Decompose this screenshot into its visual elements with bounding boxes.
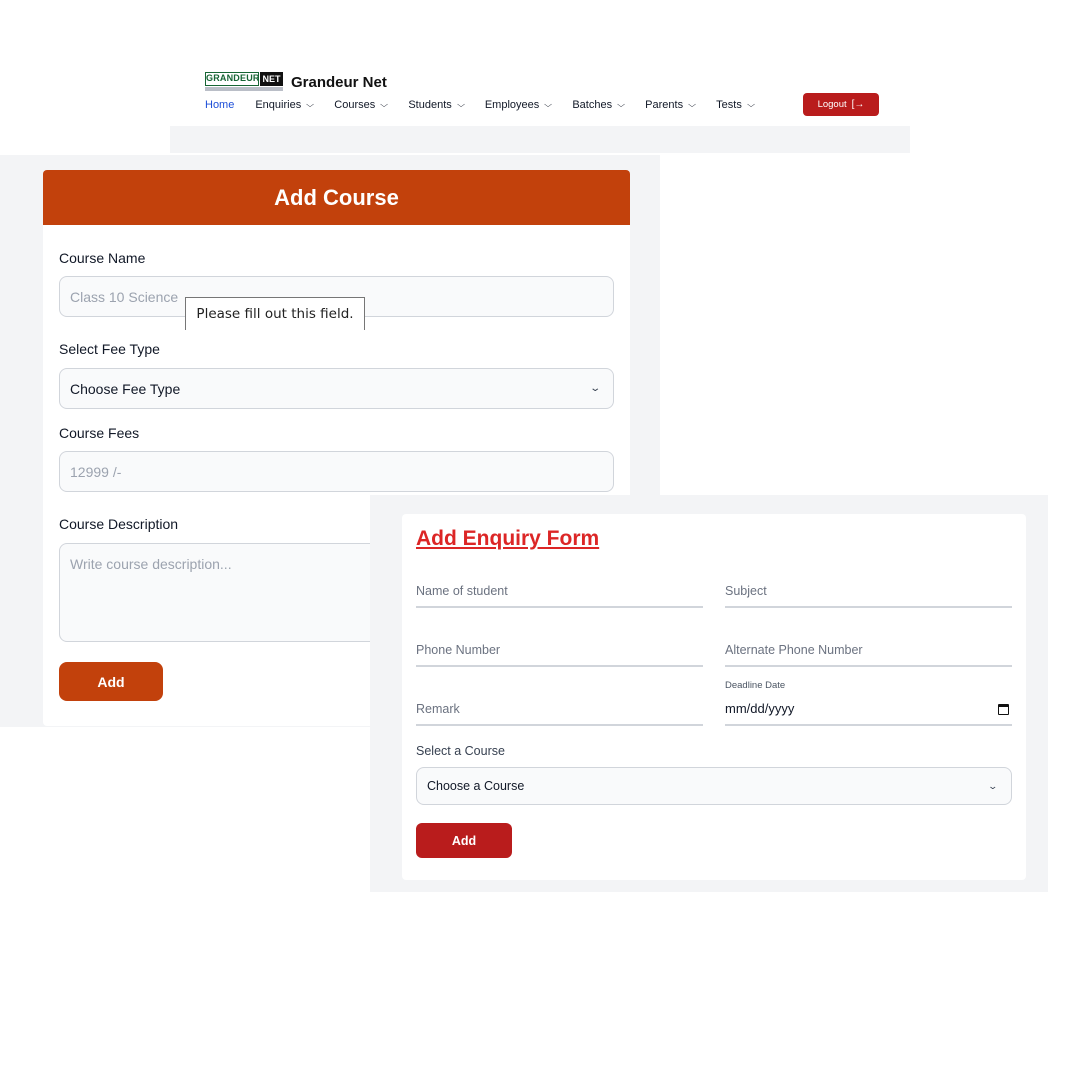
nav-employees[interactable]: Employees ⌵ (485, 99, 552, 111)
phone-number-input[interactable]: Phone Number (416, 631, 703, 667)
add-enquiry-panel: Add Enquiry Form Name of student Subject… (370, 495, 1048, 892)
phone-number-placeholder: Phone Number (416, 643, 501, 657)
remark-input[interactable]: Remark (416, 690, 703, 726)
nav-home[interactable]: Home (205, 99, 234, 111)
fee-type-label: Select Fee Type (59, 341, 160, 357)
chevron-down-icon: ⌵ (380, 100, 389, 109)
nav-tests-label: Tests (716, 99, 742, 111)
student-name-placeholder: Name of student (416, 584, 508, 598)
nav-parents[interactable]: Parents ⌵ (645, 99, 697, 111)
deadline-date-label: Deadline Date (725, 680, 786, 691)
course-select-value: Choose a Course (427, 779, 525, 793)
course-name-label: Course Name (59, 250, 146, 266)
remark-placeholder: Remark (416, 702, 460, 716)
student-name-input[interactable]: Name of student (416, 572, 703, 608)
nav-enquiries-label: Enquiries (255, 99, 302, 111)
chevron-down-icon: ⌵ (746, 100, 755, 109)
logo-right-text: NET (260, 72, 283, 86)
nav-employees-label: Employees (484, 99, 540, 111)
chevron-down-icon: ⌵ (456, 100, 465, 109)
nav-enquiries[interactable]: Enquiries ⌵ (255, 99, 315, 111)
navbar-bottom-strip (170, 126, 910, 153)
calendar-icon[interactable] (998, 704, 1009, 715)
logout-icon: [→ (851, 99, 865, 110)
fee-type-value: Choose Fee Type (70, 380, 181, 397)
brand[interactable]: GRANDEUR NET Grandeur Net (205, 72, 387, 92)
grandeur-net-logo: GRANDEUR NET (205, 72, 283, 92)
chevron-down-icon: ⌵ (544, 100, 553, 109)
subject-input[interactable]: Subject (725, 572, 1012, 608)
chevron-down-icon: ⌵ (617, 100, 626, 109)
course-fees-input[interactable]: 12999 /- (59, 451, 614, 492)
nav-courses-label: Courses (334, 99, 376, 111)
course-fees-label: Course Fees (59, 425, 140, 441)
add-course-title: Add Course (43, 170, 630, 225)
deadline-date-value: mm/dd/yyyy (725, 701, 795, 716)
logout-label: Logout (817, 99, 847, 110)
chevron-down-icon: ⌵ (688, 100, 697, 109)
course-name-placeholder: Class 10 Science (70, 288, 179, 305)
add-enquiry-card: Add Enquiry Form Name of student Subject… (402, 514, 1026, 880)
course-select[interactable]: Choose a Course ⌄ (416, 767, 1012, 805)
alternate-phone-placeholder: Alternate Phone Number (725, 643, 863, 657)
nav-batches-label: Batches (572, 99, 613, 111)
course-description-placeholder: Write course description... (70, 556, 232, 572)
main-menu: Home Enquiries ⌵ Courses ⌵ Students ⌵ Em… (205, 96, 775, 114)
nav-batches[interactable]: Batches ⌵ (572, 99, 626, 111)
subject-placeholder: Subject (725, 584, 767, 598)
nav-students-label: Students (408, 99, 452, 111)
add-enquiry-button[interactable]: Add (416, 823, 512, 858)
logout-button[interactable]: Logout [→ (803, 93, 879, 116)
top-navbar: GRANDEUR NET Grandeur Net Home Enquiries… (170, 62, 910, 153)
add-course-button[interactable]: Add (59, 662, 163, 701)
course-description-label: Course Description (59, 516, 179, 532)
nav-courses[interactable]: Courses ⌵ (334, 99, 389, 111)
add-enquiry-title: Add Enquiry Form (416, 527, 600, 550)
validation-tooltip: Please fill out this field. (185, 297, 365, 330)
nav-parents-label: Parents (645, 99, 684, 111)
alternate-phone-input[interactable]: Alternate Phone Number (725, 631, 1012, 667)
deadline-date-input[interactable]: Deadline Date mm/dd/yyyy (725, 680, 1012, 726)
course-fees-placeholder: 12999 /- (70, 463, 122, 480)
chevron-down-icon: ⌵ (306, 100, 315, 109)
brand-name: Grandeur Net (291, 73, 387, 91)
logo-tagline (205, 87, 283, 91)
chevron-down-icon: ⌄ (987, 780, 999, 791)
logo-left-text: GRANDEUR (205, 72, 259, 86)
nav-home-label: Home (205, 99, 235, 111)
select-course-label: Select a Course (416, 744, 505, 758)
chevron-down-icon: ⌄ (588, 383, 601, 394)
nav-students[interactable]: Students ⌵ (408, 99, 464, 111)
fee-type-select[interactable]: Choose Fee Type ⌄ (59, 368, 614, 409)
nav-tests[interactable]: Tests ⌵ (716, 99, 755, 111)
